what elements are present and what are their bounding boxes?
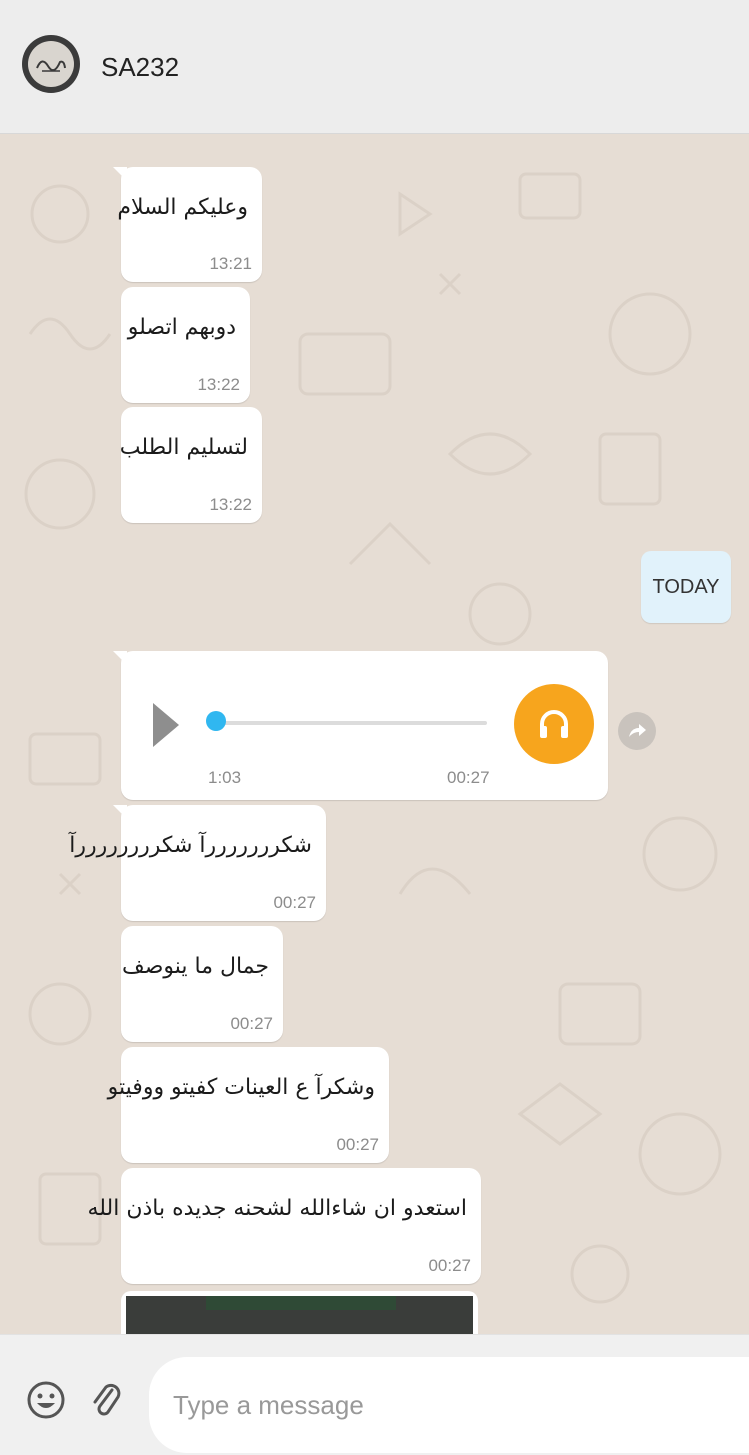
headphones-button[interactable] <box>514 663 594 785</box>
message-bubble[interactable]: لتسليم الطلب 13:22 <box>119 407 262 523</box>
message-bubble[interactable]: وعليكم السلام 13:21 <box>113 167 262 282</box>
headphones-icon <box>514 684 594 764</box>
play-icon[interactable] <box>153 703 179 747</box>
composer <box>0 1334 749 1455</box>
media-message[interactable] <box>121 1291 478 1334</box>
message-text: دوبهم اتصلو <box>127 315 236 340</box>
message-text: استعدو ان شاءالله لشحنه جديده باذن الله <box>87 1196 467 1221</box>
message-time: 00:27 <box>336 1135 379 1154</box>
message-time: 13:22 <box>197 375 240 394</box>
smiley-icon[interactable] <box>26 1380 66 1420</box>
chat-area: وعليكم السلام 13:21 دوبهم اتصلو 13:22 لت… <box>0 134 749 1334</box>
message-bubble[interactable]: شكرررررررآ شكررررررررآ 00:27 <box>69 805 326 921</box>
bubble-tail <box>113 805 127 819</box>
message-time: 13:22 <box>209 495 252 514</box>
forward-button[interactable] <box>618 702 656 760</box>
message-text: لتسليم الطلب <box>119 435 248 460</box>
message-bubble[interactable]: وشكرآ ع العينات كفيتو ووفيتو 00:27 <box>108 1047 389 1163</box>
calligraphy-avatar-icon <box>28 41 74 87</box>
message-text: شكرررررررآ شكررررررررآ <box>69 833 312 858</box>
message-time: 00:27 <box>428 1256 471 1275</box>
chat-header: SA232 <box>0 0 749 134</box>
message-time: 13:21 <box>209 254 252 273</box>
avatar[interactable] <box>22 19 80 111</box>
message-time: 00:27 <box>273 893 316 912</box>
media-thumbnail[interactable] <box>126 1296 473 1334</box>
message-input[interactable] <box>149 1357 749 1453</box>
date-divider: TODAY <box>641 551 731 623</box>
message-text: وعليكم السلام <box>117 195 248 220</box>
message-bubble[interactable]: دوبهم اتصلو 13:22 <box>121 287 250 403</box>
audio-progress-knob[interactable] <box>206 711 226 731</box>
message-bubble[interactable]: استعدو ان شاءالله لشحنه جديده باذن الله … <box>87 1168 481 1284</box>
message-text: جمال ما ينوصف <box>121 954 269 979</box>
message-time: 00:27 <box>230 1014 273 1033</box>
message-text: وشكرآ ع العينات كفيتو ووفيتو <box>107 1075 375 1100</box>
media-overlay <box>206 1296 396 1310</box>
bubble-tail <box>113 651 127 665</box>
message-bubble[interactable]: جمال ما ينوصف 00:27 <box>121 926 283 1042</box>
audio-message[interactable]: 1:03 00:27 <box>113 651 608 800</box>
forward-icon <box>618 712 656 750</box>
bubble-tail <box>113 167 127 181</box>
paperclip-icon[interactable] <box>88 1380 124 1420</box>
contact-name[interactable]: SA232 <box>101 52 179 83</box>
message-time: 00:27 <box>447 768 490 787</box>
audio-progress-track[interactable] <box>213 721 487 725</box>
audio-duration: 1:03 <box>208 768 242 787</box>
